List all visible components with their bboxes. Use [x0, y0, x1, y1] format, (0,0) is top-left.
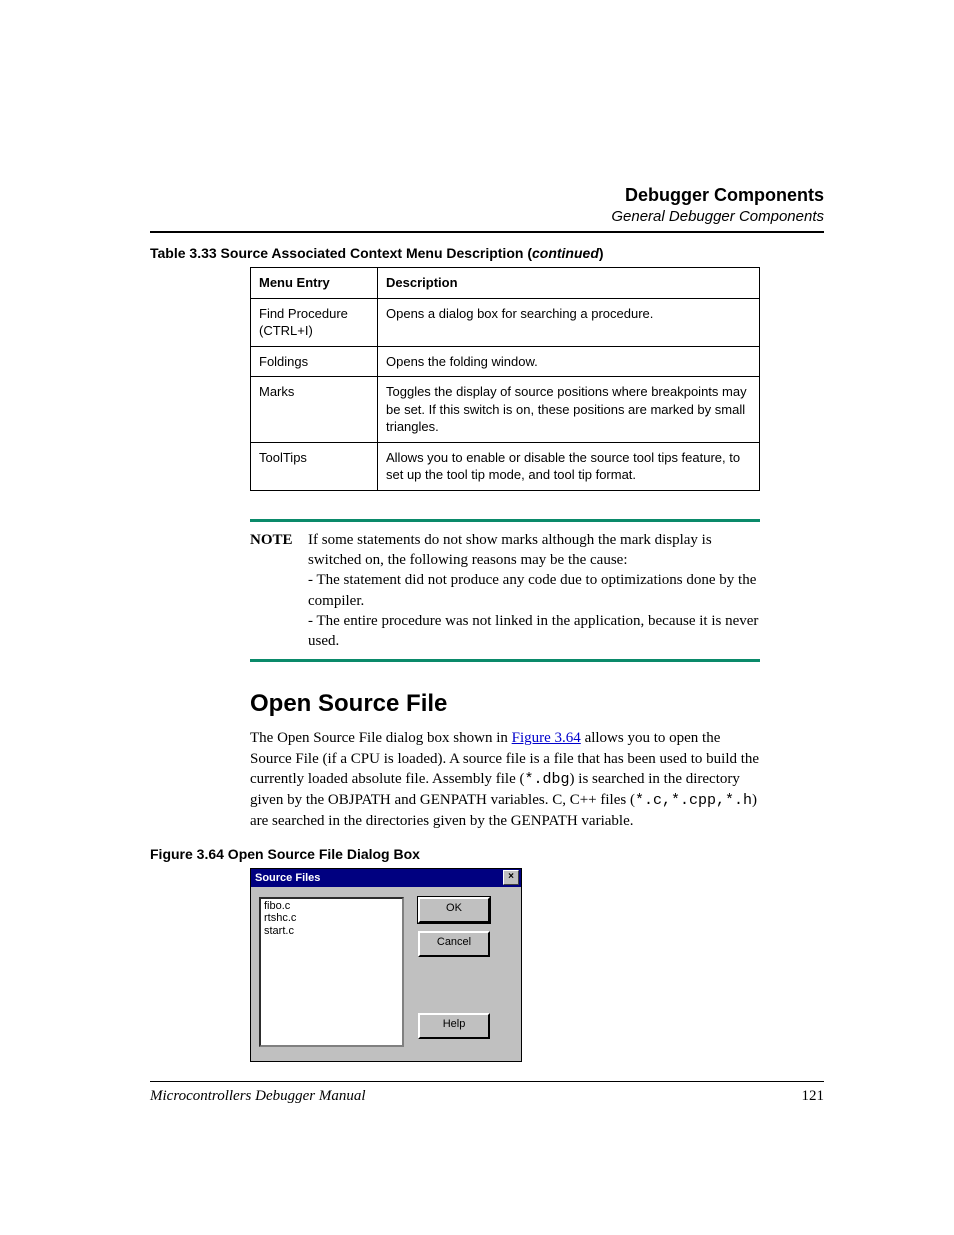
cell-entry: Foldings [251, 346, 378, 377]
page-header: Debugger Components General Debugger Com… [150, 185, 824, 225]
ok-button[interactable]: OK [418, 897, 490, 923]
file-listbox[interactable]: fibo.c rtshc.c start.c [259, 897, 404, 1047]
code-1: *.dbg [525, 771, 570, 788]
footer-title: Microcontrollers Debugger Manual [150, 1088, 366, 1105]
header-rule [150, 231, 824, 233]
note-label: NOTE [250, 530, 308, 652]
footer-rule [150, 1081, 824, 1082]
table-row: Foldings Opens the folding window. [251, 346, 760, 377]
table-caption-close: ) [599, 245, 604, 261]
cell-entry: Marks [251, 377, 378, 443]
dialog-titlebar: Source Files × [251, 869, 521, 887]
table-header-row: Menu Entry Description [251, 268, 760, 299]
cell-entry: Find Procedure (CTRL+I) [251, 298, 378, 346]
cancel-button[interactable]: Cancel [418, 931, 490, 957]
code-2: *.c,*.cpp,*.h [635, 792, 752, 809]
table-caption-prefix: Table 3.33 Source Associated Context Men… [150, 245, 532, 261]
help-button[interactable]: Help [418, 1013, 490, 1039]
figure-link[interactable]: Figure 3.64 [512, 730, 581, 746]
list-item[interactable]: fibo.c [264, 900, 399, 913]
table-caption-continued: continued [532, 245, 599, 261]
cell-desc: Opens the folding window. [378, 346, 760, 377]
section-paragraph: The Open Source File dialog box shown in… [250, 728, 760, 831]
close-icon[interactable]: × [503, 870, 519, 885]
section-heading: Open Source File [250, 690, 824, 718]
cell-entry: ToolTips [251, 442, 378, 490]
table-caption: Table 3.33 Source Associated Context Men… [150, 245, 824, 261]
menu-table: Menu Entry Description Find Procedure (C… [250, 267, 760, 491]
note-text: If some statements do not show marks alt… [308, 530, 760, 652]
source-files-dialog: Source Files × fibo.c rtshc.c start.c OK… [250, 868, 522, 1062]
para-a: The Open Source File dialog box shown in [250, 730, 512, 746]
cell-desc: Opens a dialog box for searching a proce… [378, 298, 760, 346]
header-subtitle: General Debugger Components [150, 208, 824, 225]
table-row: Marks Toggles the display of source posi… [251, 377, 760, 443]
dialog-title: Source Files [255, 872, 320, 884]
table-row: Find Procedure (CTRL+I) Opens a dialog b… [251, 298, 760, 346]
table-row: ToolTips Allows you to enable or disable… [251, 442, 760, 490]
page-footer: Microcontrollers Debugger Manual 121 [150, 1081, 824, 1105]
cell-desc: Toggles the display of source positions … [378, 377, 760, 443]
note-line-1: If some statements do not show marks alt… [308, 532, 712, 568]
cell-desc: Allows you to enable or disable the sour… [378, 442, 760, 490]
list-item[interactable]: start.c [264, 925, 399, 938]
note-line-2: - The statement did not produce any code… [308, 572, 756, 608]
page-number: 121 [802, 1088, 825, 1105]
col-description: Description [378, 268, 760, 299]
list-item[interactable]: rtshc.c [264, 912, 399, 925]
col-menu-entry: Menu Entry [251, 268, 378, 299]
header-title: Debugger Components [150, 185, 824, 206]
figure-caption: Figure 3.64 Open Source File Dialog Box [150, 846, 824, 862]
note-block: NOTE If some statements do not show mark… [250, 519, 760, 663]
note-line-3: - The entire procedure was not linked in… [308, 613, 758, 649]
